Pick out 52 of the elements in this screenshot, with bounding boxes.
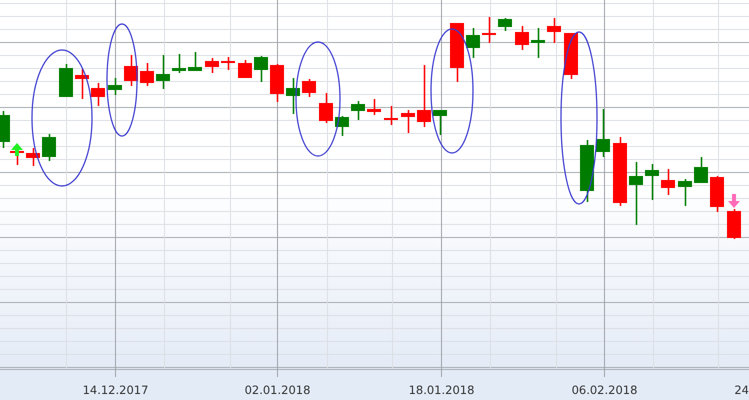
candlestick [384, 106, 398, 125]
candlestick [286, 78, 300, 114]
axis-label: 06.02.2018 [572, 383, 638, 397]
candlestick [401, 110, 415, 133]
candlestick [613, 137, 627, 206]
candlestick [335, 116, 349, 136]
candlestick [367, 99, 381, 115]
candlestick [75, 69, 89, 99]
candlestick [188, 52, 202, 71]
candlestick [302, 79, 316, 97]
candlestick [221, 57, 235, 70]
candlestick [319, 93, 333, 123]
candlestick [108, 78, 122, 95]
candlestick [515, 26, 529, 50]
down-arrow-icon [728, 194, 740, 208]
candlestick [26, 148, 40, 166]
candlestick [629, 162, 643, 225]
candlestick [531, 28, 545, 58]
candlestick [694, 157, 708, 183]
candlestick [0, 111, 10, 148]
candlestick [140, 63, 154, 86]
up-arrow-icon [11, 143, 23, 156]
candlestick [351, 101, 365, 120]
candlestick [498, 18, 512, 31]
candlestick [59, 64, 73, 97]
candlestick [156, 55, 170, 89]
candlestick [270, 64, 284, 102]
candlestick [172, 54, 186, 73]
candlestick [450, 23, 464, 82]
candlestick [254, 56, 268, 82]
candlestick [238, 60, 252, 78]
axis-label: 02.01.2018 [244, 383, 310, 397]
candlestick [482, 17, 496, 43]
candlestick [564, 33, 578, 79]
axis-label: 18.01.2018 [408, 383, 474, 397]
candlestick [42, 134, 56, 161]
candlestick [91, 83, 105, 106]
candlestick [417, 65, 431, 127]
candlestick [596, 109, 610, 157]
candlestick [466, 28, 480, 58]
candlestick [433, 110, 447, 135]
candlestick [727, 209, 741, 239]
axis-label: 14.12.2017 [82, 383, 148, 397]
axis-label: 24 [734, 383, 749, 397]
candlestick [678, 179, 692, 206]
candlestick [547, 18, 561, 43]
candlestick [205, 58, 219, 73]
candlestick [661, 169, 675, 195]
candlestick [124, 55, 138, 86]
candlestick [645, 164, 659, 200]
candlestick [710, 176, 724, 212]
candlestick [580, 140, 594, 202]
